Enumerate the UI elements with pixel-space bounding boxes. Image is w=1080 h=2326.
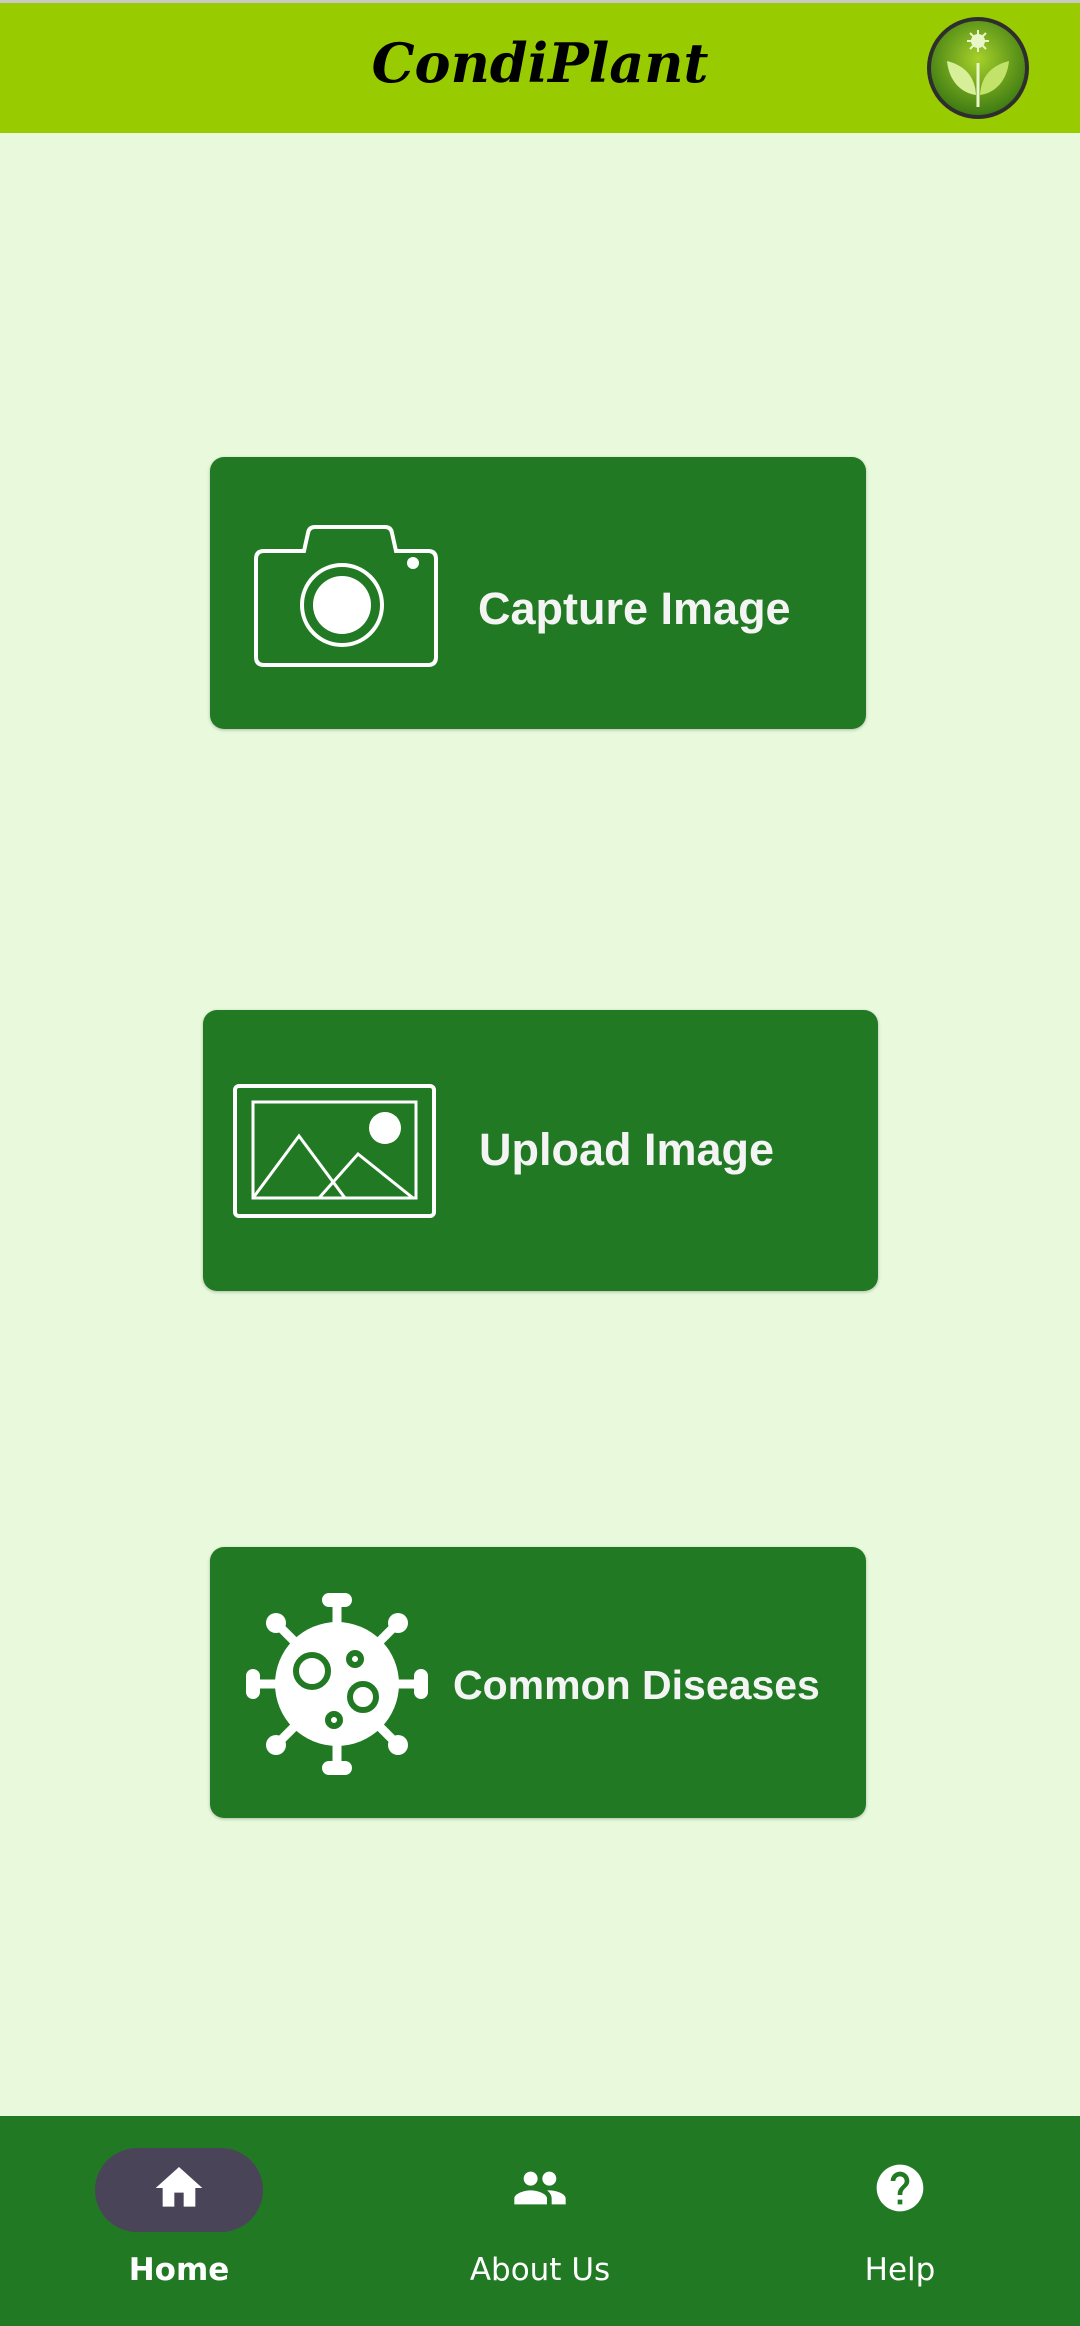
virus-icon bbox=[246, 1593, 428, 1775]
nav-item-help[interactable]: Help bbox=[765, 2116, 1035, 2326]
home-icon bbox=[155, 2167, 203, 2207]
image-icon bbox=[233, 1084, 436, 1218]
upload-image-label: Upload Image bbox=[479, 1124, 775, 1175]
app-bar: CondiPlant bbox=[0, 3, 1080, 133]
capture-image-label: Capture Image bbox=[478, 583, 791, 634]
app-title: CondiPlant bbox=[371, 31, 709, 95]
nav-item-home[interactable]: Home bbox=[45, 2116, 313, 2326]
nav-label-home: Home bbox=[128, 2252, 230, 2288]
camera-icon bbox=[254, 525, 438, 667]
nav-label-about-us: About Us bbox=[469, 2252, 611, 2288]
people-icon bbox=[514, 2171, 566, 2205]
capture-image-button[interactable]: Capture Image bbox=[210, 457, 866, 729]
nav-label-help: Help bbox=[864, 2252, 936, 2288]
common-diseases-button[interactable]: Common Diseases bbox=[210, 1547, 866, 1818]
bottom-navigation: Home About Us Help bbox=[0, 2116, 1080, 2326]
help-icon bbox=[876, 2164, 924, 2212]
upload-image-button[interactable]: Upload Image bbox=[203, 1010, 878, 1291]
common-diseases-label: Common Diseases bbox=[453, 1662, 820, 1708]
app-logo-icon[interactable] bbox=[925, 15, 1031, 121]
nav-item-about-us[interactable]: About Us bbox=[405, 2116, 675, 2326]
